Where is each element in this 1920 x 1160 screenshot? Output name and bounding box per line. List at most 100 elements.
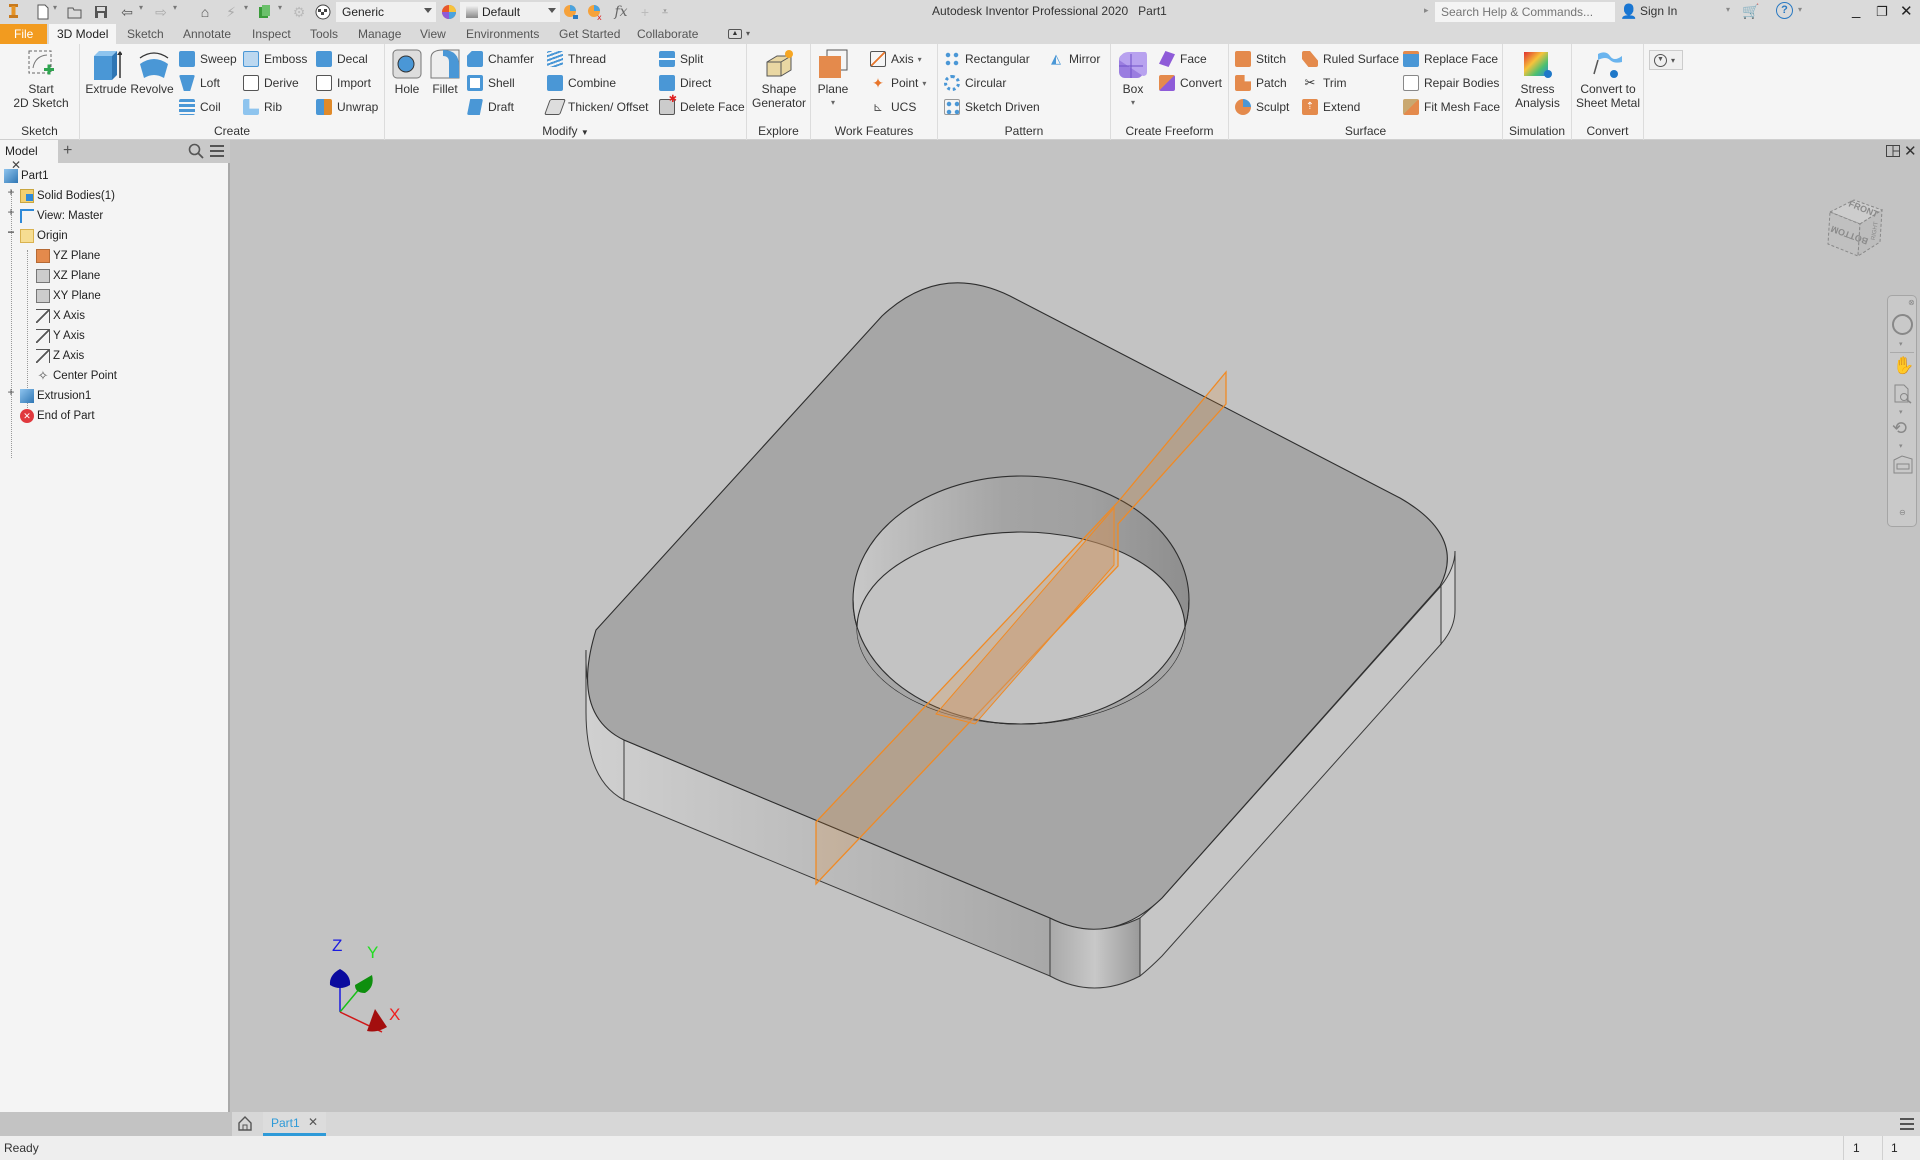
- tree-item-end-of-part[interactable]: ✕ End of Part: [20, 406, 95, 426]
- material-select[interactable]: Generic: [336, 2, 436, 22]
- browser-search-icon[interactable]: [188, 143, 204, 162]
- adjust-icon[interactable]: ⚙: [290, 3, 308, 21]
- browser-menu-icon[interactable]: [210, 144, 224, 161]
- zoom-icon[interactable]: [1894, 384, 1912, 407]
- new-file-icon[interactable]: [34, 3, 52, 21]
- hole-button[interactable]: Hole: [389, 48, 425, 96]
- redo-icon[interactable]: ⇨: [152, 3, 170, 21]
- help-dropdown-icon[interactable]: ▾: [1798, 5, 1802, 14]
- patch-button[interactable]: Patch: [1235, 73, 1287, 93]
- close-doc-tab-icon[interactable]: ✕: [308, 1115, 318, 1129]
- thread-button[interactable]: Thread: [547, 49, 606, 69]
- minimize-icon[interactable]: _: [1852, 2, 1860, 19]
- home-tab-icon[interactable]: [237, 1115, 253, 1134]
- restore-icon[interactable]: ❐: [1876, 4, 1888, 20]
- browser-tab-model[interactable]: Model ✕: [0, 140, 58, 172]
- close-window-icon[interactable]: ✕: [1900, 2, 1913, 20]
- update-icon[interactable]: ⚡: [222, 3, 240, 21]
- revolve-button[interactable]: Revolve: [128, 48, 176, 96]
- draft-button[interactable]: Draft: [467, 97, 514, 117]
- rib-button[interactable]: Rib: [243, 97, 282, 117]
- sketch-driven-pattern-button[interactable]: Sketch Driven: [944, 97, 1040, 117]
- appearance-select[interactable]: Default: [460, 2, 560, 22]
- tree-item-xz-plane[interactable]: XZ Plane: [36, 266, 100, 286]
- trim-button[interactable]: ✂ Trim: [1302, 73, 1347, 93]
- convert-to-sheet-metal-button[interactable]: Convert to Sheet Metal: [1574, 48, 1642, 110]
- shell-button[interactable]: Shell: [467, 73, 515, 93]
- stitch-button[interactable]: Stitch: [1235, 49, 1286, 69]
- sign-in-button[interactable]: Sign In: [1640, 4, 1677, 18]
- tab-file[interactable]: File: [0, 24, 48, 44]
- coil-button[interactable]: Coil: [179, 97, 221, 117]
- sign-in-dropdown-icon[interactable]: ▾: [1726, 5, 1730, 14]
- sculpt-button[interactable]: Sculpt: [1235, 97, 1289, 117]
- tab-3d-model[interactable]: 3D Model: [49, 24, 117, 44]
- zoom-dropdown-icon[interactable]: ▾: [1899, 408, 1903, 416]
- material-icon[interactable]: [314, 3, 332, 21]
- tree-item-origin[interactable]: Origin: [20, 226, 68, 246]
- tree-item-view-master[interactable]: View: Master: [20, 206, 103, 226]
- tree-item-extrusion1[interactable]: Extrusion1: [20, 386, 91, 406]
- unwrap-button[interactable]: Unwrap: [316, 97, 378, 117]
- convert-button[interactable]: Convert: [1159, 73, 1222, 93]
- document-tabs-menu-icon[interactable]: [1900, 1118, 1914, 1133]
- help-icon[interactable]: ?: [1776, 2, 1793, 19]
- tab-manage[interactable]: Manage: [352, 24, 407, 44]
- tree-item-yz-plane[interactable]: YZ Plane: [36, 246, 100, 266]
- expand-solid-bodies-icon[interactable]: +: [6, 185, 16, 199]
- shape-generator-button[interactable]: Shape Generator: [749, 48, 809, 110]
- inventor-logo-icon[interactable]: [2, 3, 24, 21]
- steering-wheel-icon[interactable]: [1892, 314, 1913, 335]
- orbit-dropdown-icon[interactable]: ▾: [1899, 442, 1903, 450]
- tab-annotate[interactable]: Annotate: [177, 24, 237, 44]
- undo-dropdown-icon[interactable]: ▾: [139, 3, 143, 12]
- tree-item-center-point[interactable]: ✧ Center Point: [36, 366, 117, 386]
- open-folder-icon[interactable]: [66, 3, 84, 21]
- extrude-button[interactable]: Extrude: [84, 48, 128, 96]
- axis-button[interactable]: Axis ▾: [870, 49, 922, 69]
- tree-item-solid-bodies[interactable]: Solid Bodies(1): [20, 186, 115, 206]
- replace-face-button[interactable]: Replace Face: [1403, 49, 1498, 69]
- tree-item-part1[interactable]: Part1: [4, 166, 49, 186]
- search-expand-icon[interactable]: ▸: [1424, 5, 1429, 16]
- save-icon[interactable]: [92, 3, 110, 21]
- ucs-button[interactable]: ⊾ UCS: [870, 97, 916, 117]
- collapse-origin-icon[interactable]: −: [6, 225, 16, 239]
- delete-face-button[interactable]: ✱ Delete Face: [659, 94, 745, 117]
- derive-button[interactable]: Derive: [243, 73, 299, 93]
- tab-view[interactable]: View: [414, 24, 452, 44]
- repair-bodies-button[interactable]: Repair Bodies: [1403, 73, 1499, 93]
- graphics-viewport[interactable]: ✕ FRONT BOTTOM RIGHT ⊗ ▾ ✋ ▾ ⟲ ▾ ⊖ Z Y X: [232, 140, 1920, 1112]
- close-view-icon[interactable]: ✕: [1904, 142, 1917, 160]
- sweep-button[interactable]: Sweep: [179, 49, 237, 69]
- cart-icon[interactable]: 🛒: [1742, 3, 1759, 20]
- redo-dropdown-icon[interactable]: ▾: [173, 3, 177, 12]
- ruled-surface-button[interactable]: Ruled Surface: [1302, 49, 1399, 69]
- parameters-fx-icon[interactable]: fx: [612, 3, 630, 21]
- tab-inspect[interactable]: Inspect: [246, 24, 297, 44]
- orbit-icon[interactable]: ⟲: [1892, 418, 1907, 439]
- emboss-button[interactable]: Emboss: [243, 49, 307, 69]
- thicken-offset-button[interactable]: Thicken/ Offset: [544, 97, 648, 117]
- face-button[interactable]: Face: [1159, 49, 1207, 69]
- point-button[interactable]: ✦ Point ▾: [870, 73, 926, 93]
- fit-mesh-face-button[interactable]: Fit Mesh Face: [1403, 97, 1500, 117]
- tab-tools[interactable]: Tools: [304, 24, 344, 44]
- plane-button[interactable]: Plane ▾: [815, 48, 851, 110]
- loft-button[interactable]: Loft: [179, 73, 220, 93]
- tree-item-x-axis[interactable]: X Axis: [36, 306, 85, 326]
- home-icon[interactable]: ⌂: [196, 3, 214, 21]
- select-icon[interactable]: [256, 3, 274, 21]
- rectangular-pattern-button[interactable]: Rectangular: [944, 49, 1030, 69]
- view-face-icon[interactable]: [1893, 454, 1913, 477]
- circular-pattern-button[interactable]: Circular: [944, 73, 1006, 93]
- doc-tab-part1[interactable]: Part1 ✕: [263, 1112, 326, 1136]
- split-view-icon[interactable]: [1886, 145, 1900, 160]
- mirror-button[interactable]: ◭ Mirror: [1048, 49, 1100, 69]
- start-2d-sketch-button[interactable]: Start 2D Sketch: [10, 48, 72, 110]
- tree-item-z-axis[interactable]: Z Axis: [36, 346, 84, 366]
- extend-button[interactable]: ⇡ Extend: [1302, 97, 1360, 117]
- box-button[interactable]: Box ▾: [1115, 48, 1151, 110]
- expand-view-master-icon[interactable]: +: [6, 205, 16, 219]
- select-dropdown-icon[interactable]: ▾: [278, 3, 282, 12]
